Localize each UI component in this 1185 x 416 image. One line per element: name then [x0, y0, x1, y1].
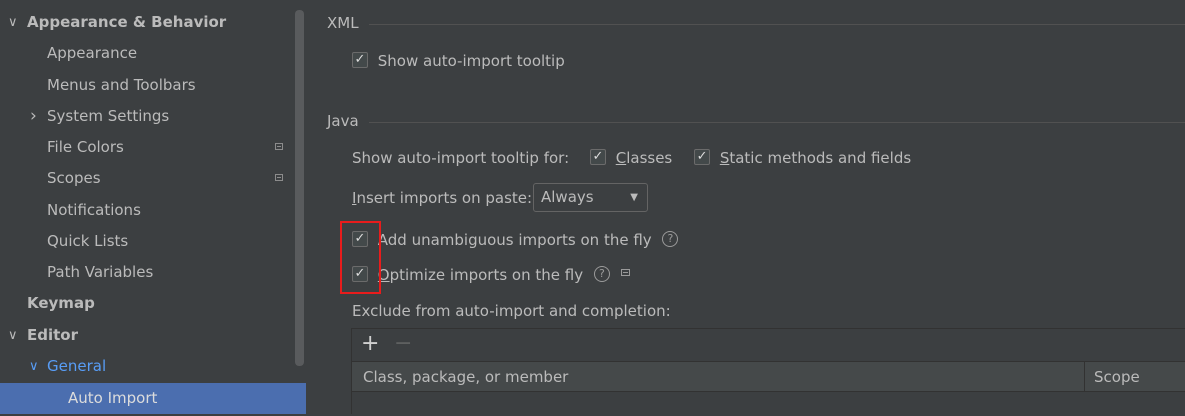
table-toolbar: + − — [352, 329, 1185, 360]
classes-checkbox[interactable]: ✓ — [589, 148, 606, 165]
exclude-table: + − Class, package, or member Scope — [351, 328, 1185, 416]
tree-item-system-settings[interactable]: › System Settings — [0, 101, 306, 132]
dropdown-arrow-icon: ▼ — [630, 192, 638, 203]
settings-content-panel: XML ✓ Show auto-import tooltip Java Show… — [306, 0, 1185, 416]
tree-item-label: Quick Lists — [47, 232, 129, 250]
tree-item-label: Appearance & Behavior — [27, 13, 227, 31]
tree-item-label: System Settings — [47, 107, 170, 125]
checkbox-label: Show auto-import tooltip — [377, 52, 565, 70]
tree-item-quick-lists[interactable]: Quick Lists — [0, 226, 306, 257]
section-divider — [369, 122, 1185, 123]
classes-label[interactable]: Classes — [616, 149, 673, 167]
xml-show-tooltip-option[interactable]: ✓ Show auto-import tooltip — [352, 49, 565, 73]
section-title-xml: XML — [327, 14, 359, 32]
remove-icon[interactable]: − — [394, 331, 412, 357]
tree-item-label: Keymap — [27, 294, 95, 312]
tree-item-file-colors[interactable]: File Colors — [0, 132, 306, 163]
column-divider[interactable] — [1084, 362, 1085, 392]
add-unambiguous-checkbox[interactable]: ✓ — [352, 230, 368, 247]
tree-item-notifications[interactable]: Notifications — [0, 195, 306, 226]
section-divider — [369, 24, 1185, 25]
chevron-down-icon: ∨ — [8, 15, 18, 30]
static-methods-checkbox[interactable]: ✓ — [694, 148, 711, 165]
chevron-down-icon: ∨ — [29, 359, 39, 374]
help-icon[interactable]: ? — [593, 265, 610, 282]
tree-item-label: Scopes — [47, 169, 101, 187]
dropdown-value: Always — [541, 188, 594, 206]
add-unambiguous-option[interactable]: ✓ Add unambiguous imports on the fly ? — [352, 228, 679, 252]
project-level-icon — [620, 269, 630, 276]
section-title-java: Java — [327, 112, 359, 130]
exclude-label: Exclude from auto-import and completion: — [352, 302, 671, 320]
chevron-right-icon: › — [30, 106, 37, 126]
tree-item-label: Editor — [27, 326, 78, 344]
tree-item-appearance[interactable]: Appearance — [0, 38, 306, 69]
settings-sidebar: ∨ Appearance & Behavior Appearance Menus… — [0, 0, 306, 414]
checkbox-label: Optimize imports on the fly — [377, 266, 584, 284]
tree-item-label: File Colors — [47, 138, 124, 156]
tree-item-label: General — [47, 357, 107, 375]
checkbox-label: Add unambiguous imports on the fly — [377, 231, 652, 249]
tree-item-appearance-behavior[interactable]: ∨ Appearance & Behavior — [0, 7, 306, 38]
chevron-down-icon: ∨ — [8, 328, 18, 343]
tree-item-label: Notifications — [47, 201, 141, 219]
tree-item-general[interactable]: ∨ General — [0, 351, 306, 382]
optimize-imports-checkbox[interactable]: ✓ — [352, 265, 368, 282]
tree-item-label: Menus and Toolbars — [47, 76, 196, 94]
insert-imports-dropdown[interactable]: Always ▼ — [533, 183, 648, 212]
tree-item-path-variables[interactable]: Path Variables — [0, 257, 306, 288]
insert-imports-label: Insert imports on paste: — [352, 189, 533, 207]
column-header-class[interactable]: Class, package, or member — [363, 362, 568, 392]
tree-item-label: Appearance — [47, 44, 138, 62]
tree-item-label: Path Variables — [47, 263, 154, 281]
tree-item-keymap[interactable]: Keymap — [0, 288, 306, 319]
tree-item-label: Auto Import — [68, 389, 158, 407]
column-header-scope[interactable]: Scope — [1094, 362, 1140, 392]
tooltip-for-label: Show auto-import tooltip for: — [352, 149, 570, 167]
table-header: Class, package, or member Scope — [352, 361, 1185, 392]
add-icon[interactable]: + — [361, 331, 379, 357]
tree-item-menus-toolbars[interactable]: Menus and Toolbars — [0, 70, 306, 101]
optimize-imports-option[interactable]: ✓ Optimize imports on the fly ? — [352, 263, 630, 287]
project-level-icon — [275, 174, 283, 181]
tree-item-editor[interactable]: ∨ Editor — [0, 320, 306, 351]
java-tooltip-for-row: Show auto-import tooltip for: ✓ Classes … — [352, 146, 911, 170]
static-methods-label[interactable]: Static methods and fields — [720, 149, 911, 167]
tree-item-scopes[interactable]: Scopes — [0, 163, 306, 194]
table-body[interactable] — [352, 391, 1185, 416]
sidebar-scrollbar[interactable] — [295, 10, 304, 366]
help-icon[interactable]: ? — [662, 230, 679, 247]
xml-show-tooltip-checkbox[interactable]: ✓ — [352, 51, 368, 68]
project-level-icon — [275, 143, 283, 150]
tree-item-auto-import[interactable]: Auto Import — [0, 383, 306, 414]
